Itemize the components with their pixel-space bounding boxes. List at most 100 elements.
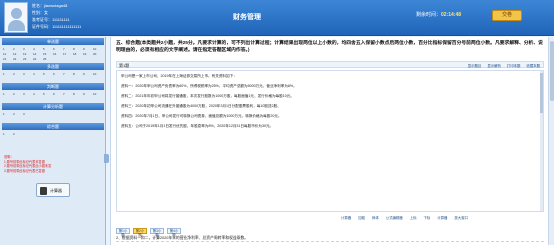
section-comprehensive[interactable]: 综合题 (2, 123, 104, 130)
question-number[interactable]: 1 (3, 72, 13, 76)
single-choice-grid: 1 2 3 4 5 6 7 8 9 10 11 12 13 14 15 16 17 18 19 20 21 22 23 24 2… (3, 47, 103, 61)
candidate-name: 姓名：jiaowulaga48 (32, 3, 68, 8)
question-number[interactable]: 8 (73, 92, 83, 96)
question-number[interactable]: 20 (93, 52, 103, 56)
toolbar-formula[interactable]: 公式编辑器 (386, 215, 403, 220)
timer-value: 02:14:48 (441, 12, 462, 18)
section-single-choice[interactable]: 单选题 (2, 38, 104, 45)
show-question-link[interactable]: 显示题目 (468, 63, 482, 68)
question-number[interactable]: 8 (73, 72, 83, 76)
material-line: 甲公司是一家上市公司，2019年在上海证券交易所上市。有关资料如下： (121, 74, 237, 78)
question-number[interactable]: 10 (93, 92, 103, 96)
question-number[interactable]: 6 (53, 92, 63, 96)
multi-choice-grid: 1 2 3 4 5 6 7 8 9 10 (3, 72, 103, 76)
question-number[interactable]: 2 (13, 132, 23, 136)
section-calculation[interactable]: 计算分析题 (2, 103, 104, 110)
question-number[interactable]: 4 (33, 92, 43, 96)
tab-sub-question-4[interactable]: 第4小题 (167, 228, 181, 237)
question-number[interactable]: 17 (63, 52, 73, 56)
question-number[interactable]: 5 (43, 72, 53, 76)
material-scroll-thumb[interactable] (540, 73, 543, 113)
toolbar-superscript[interactable]: 上标 (410, 215, 417, 220)
question-number[interactable]: 18 (73, 52, 83, 56)
question-number[interactable]: 23 (23, 57, 33, 61)
answer-input-area[interactable] (116, 241, 544, 245)
question-number[interactable]: 3 (23, 92, 33, 96)
legend-notes: 说明： 1.题号前带此标记代表未答题 2.题号前带此标记代表此小题未答 3.题号… (4, 155, 102, 173)
question-number[interactable]: 14 (33, 52, 43, 56)
material-scrollbar[interactable] (540, 71, 543, 211)
material-line: 资料五：公司于2019年1月1日发行优先股，年股息率为8%，2020年12月31… (121, 124, 274, 128)
judgement-grid: 1 2 3 4 5 6 7 8 9 10 (3, 92, 103, 96)
case-material: 甲公司是一家上市公司，2019年在上海证券交易所上市。有关资料如下： 资料一：2… (116, 70, 544, 212)
case-label: 第1题 (119, 63, 130, 68)
question-number[interactable]: 16 (53, 52, 63, 56)
candidate-id-number: 证件号码：111111111111111 (32, 24, 82, 29)
question-number[interactable]: 1 (3, 92, 13, 96)
calculator-button[interactable]: 计算器 (36, 183, 70, 197)
question-number[interactable]: 25 (43, 57, 53, 61)
tab-sub-question-1[interactable]: 第1小题 (116, 228, 130, 237)
calculation-grid: 123 (3, 112, 103, 116)
toolbar-enlarge[interactable]: 放大窗口 (454, 215, 468, 220)
section-judgement[interactable]: 判断题 (2, 83, 104, 90)
candidate-avatar-icon (4, 2, 28, 33)
page-scrollbar[interactable] (548, 37, 554, 245)
show-analysis-link[interactable]: 显示解析 (487, 63, 501, 68)
question-number[interactable]: 9 (83, 72, 93, 76)
tab-sub-question-3[interactable]: 第3小题 (150, 228, 164, 237)
question-number[interactable]: 12 (13, 52, 23, 56)
tab-sub-question-2[interactable]: 第2小题 (133, 228, 147, 237)
page-scroll-thumb[interactable] (550, 41, 554, 101)
question-number[interactable]: 1 (3, 47, 13, 51)
question-number[interactable]: 4 (33, 47, 43, 51)
question-number[interactable]: 22 (13, 57, 23, 61)
collapse-sidebar-handle[interactable] (104, 154, 109, 163)
question-title: 五、综合题(本类题共2小题，共25分。凡要求计算的，可不列出计算过程；计算结果出… (116, 41, 543, 53)
question-number[interactable]: 10 (93, 72, 103, 76)
exam-header: 姓名：jiaowulaga48 性别：女 准考证号：111111111 证件号码… (0, 0, 554, 36)
question-number[interactable]: 1 (3, 132, 13, 136)
sub-question-tabs: 第1小题 第2小题 第3小题 第4小题 (116, 228, 181, 237)
toolbar-italic[interactable]: 斜体 (372, 215, 379, 220)
question-number[interactable]: 19 (83, 52, 93, 56)
question-number[interactable]: 21 (3, 57, 13, 61)
question-number[interactable]: 7 (63, 47, 73, 51)
question-number[interactable]: 2 (13, 72, 23, 76)
question-number[interactable]: 5 (43, 92, 53, 96)
toolbar-subscript[interactable]: 下标 (423, 215, 430, 220)
question-number[interactable]: 11 (3, 52, 13, 56)
candidate-gender: 性别：女 (32, 10, 48, 15)
question-number[interactable]: 1 (3, 112, 13, 116)
question-number[interactable]: 8 (73, 47, 83, 51)
question-number[interactable]: 6 (53, 47, 63, 51)
question-number[interactable]: 9 (83, 47, 93, 51)
material-line: 资料三：2020年初甲公司流通在外普通股为4000万股，2020年3月1日分配股… (121, 104, 281, 108)
print-link[interactable]: 打印本题 (507, 63, 521, 68)
question-number[interactable]: 2 (13, 47, 23, 51)
question-number[interactable]: 6 (53, 72, 63, 76)
question-number[interactable]: 3 (23, 47, 33, 51)
question-number[interactable]: 10 (93, 47, 103, 51)
question-number[interactable]: 13 (23, 52, 33, 56)
question-number[interactable]: 7 (63, 92, 73, 96)
comprehensive-grid: 12 (3, 132, 103, 136)
question-number[interactable]: 3 (23, 72, 33, 76)
question-number[interactable]: 4 (33, 72, 43, 76)
question-number[interactable]: 15 (43, 52, 53, 56)
toolbar-bold[interactable]: 加粗 (358, 215, 365, 220)
section-multi-choice[interactable]: 多选题 (2, 63, 104, 70)
exam-title: 财务管理 (233, 14, 261, 21)
question-number[interactable]: 9 (83, 92, 93, 96)
question-number[interactable]: 5 (43, 47, 53, 51)
question-number[interactable]: 7 (63, 72, 73, 76)
favorite-link[interactable]: 收藏本题 (526, 63, 540, 68)
question-panel: 五、综合题(本类题共2小题，共25分。凡要求计算的，可不列出计算过程；计算结果出… (110, 37, 548, 245)
question-number[interactable]: 3 (23, 112, 33, 116)
question-number[interactable]: 24 (33, 57, 43, 61)
question-number[interactable]: 2 (13, 92, 23, 96)
toolbar-calculator-2[interactable]: 计算器 (437, 215, 447, 220)
question-number[interactable]: 2 (13, 112, 23, 116)
submit-exam-button[interactable]: 交卷 (492, 10, 522, 21)
toolbar-calculator[interactable]: 计算器 (341, 215, 351, 220)
